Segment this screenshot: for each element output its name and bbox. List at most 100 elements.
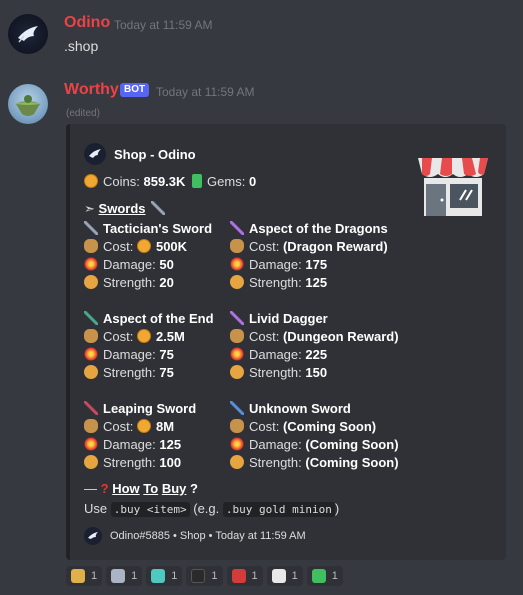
worthy-timestamp: Today at 11:59 AM — [156, 85, 255, 99]
odino-username[interactable]: Odino — [64, 14, 110, 32]
item-cost: Cost: (Dragon Reward) — [230, 239, 388, 254]
lion-icon — [230, 365, 244, 379]
white-question-icon: ? — [190, 481, 198, 496]
edited-label: (edited) — [66, 108, 100, 119]
gem-icon — [311, 569, 326, 583]
reaction-armor[interactable]: 1 — [186, 566, 223, 586]
money-bag-icon — [230, 239, 244, 253]
reaction-gem[interactable]: 1 — [306, 566, 343, 586]
bird-icon — [18, 26, 38, 43]
item-name: Tactician's Sword — [84, 221, 212, 236]
embed-author: Shop - Odino — [84, 143, 196, 165]
item-damage: Damage: 225 — [230, 347, 327, 362]
item-damage: Damage: 175 — [230, 257, 327, 272]
dagger-icon — [230, 311, 244, 325]
collision-icon — [84, 347, 98, 361]
coins-label: Coins: — [103, 174, 140, 189]
footer-bird-icon — [84, 527, 102, 545]
money-bag-icon — [84, 329, 98, 343]
crossed-swords-icon — [151, 201, 166, 215]
usage-line: Use .buy <item> (e.g. .buy gold minion) — [84, 501, 340, 517]
item-strength: Strength: 100 — [84, 455, 181, 470]
sword-icon — [230, 221, 244, 235]
item-damage: Damage: (Coming Soon) — [230, 437, 399, 452]
money-bag-icon — [84, 419, 98, 433]
chestplate-icon — [151, 569, 166, 583]
reaction-shop[interactable]: 1 — [66, 566, 103, 586]
shop-embed: Shop - Odino Coins: 859.3K Gems: 0 ➣ Swo… — [66, 124, 506, 560]
item-cost: Cost: (Coming Soon) — [230, 419, 376, 434]
item-damage: Damage: 125 — [84, 437, 181, 452]
usage-code: .buy <item> — [110, 502, 190, 517]
sword-icon — [84, 221, 98, 235]
lion-icon — [84, 455, 98, 469]
gems-value: 0 — [248, 174, 257, 189]
collision-icon — [230, 257, 244, 271]
balance-line: Coins: 859.3K Gems: 0 — [84, 174, 256, 189]
swords-section-title: ➣ Swords — [84, 201, 170, 217]
message-odino: Odino Today at 11:59 AM .shop — [0, 0, 523, 70]
sword-icon — [230, 401, 244, 415]
coin-icon — [84, 174, 98, 188]
odino-message-text: .shop — [64, 38, 99, 54]
item-name: Leaping Sword — [84, 401, 196, 416]
embed-author-name[interactable]: Shop - Odino — [114, 147, 196, 162]
item-strength: Strength: 150 — [230, 365, 327, 380]
item-strength: Strength: 75 — [84, 365, 174, 380]
armor-icon — [191, 569, 206, 583]
odino-avatar[interactable] — [8, 14, 48, 54]
coins-value: 859.3K — [143, 174, 186, 189]
reactions-bar: 1 1 1 1 1 1 1 — [66, 566, 343, 586]
lion-icon — [230, 275, 244, 289]
worthy-avatar[interactable] — [8, 84, 48, 124]
money-bag-icon — [230, 329, 244, 343]
sword-icon — [84, 401, 98, 415]
reaction-chestplate[interactable]: 1 — [146, 566, 183, 586]
collision-icon — [230, 347, 244, 361]
collision-icon — [84, 437, 98, 451]
lion-icon — [84, 275, 98, 289]
swords-title: Swords — [98, 201, 146, 216]
reaction-white-dice[interactable]: 1 — [266, 566, 303, 586]
coin-icon — [136, 419, 151, 433]
shop-thumbnail-icon — [418, 158, 488, 216]
item-name: Livid Dagger — [230, 311, 328, 326]
howto-title: — ? How To Buy ? — [84, 481, 198, 496]
white-dice-icon — [271, 569, 286, 583]
item-damage: Damage: 50 — [84, 257, 174, 272]
red-dice-icon — [231, 569, 246, 583]
footer-text: Odino#5885 • Shop • Today at 11:59 AM — [110, 530, 306, 542]
lion-icon — [84, 365, 98, 379]
embed-footer: Odino#5885 • Shop • Today at 11:59 AM — [84, 527, 306, 545]
gem-icon — [192, 174, 203, 188]
item-name: Unknown Sword — [230, 401, 351, 416]
gems-label: Gems: — [207, 174, 246, 189]
red-question-icon: ? — [100, 481, 109, 496]
item-name: Aspect of the Dragons — [230, 221, 388, 236]
item-strength: Strength: 125 — [230, 275, 327, 290]
item-cost: Cost: (Dungeon Reward) — [230, 329, 399, 344]
floating-island-icon — [16, 95, 40, 116]
shop-icon — [71, 569, 85, 583]
reaction-swords[interactable]: 1 — [106, 566, 143, 586]
author-bird-icon — [84, 143, 106, 165]
example-code: .buy gold minion — [222, 502, 335, 517]
item-name: Aspect of the End — [84, 311, 214, 326]
odino-timestamp: Today at 11:59 AM — [114, 18, 213, 32]
arrow-icon: ➣ — [84, 201, 95, 216]
swords-icon — [111, 569, 126, 583]
item-cost: Cost: 500K — [84, 239, 187, 254]
item-damage: Damage: 75 — [84, 347, 174, 362]
coin-icon — [136, 329, 151, 343]
item-cost: Cost: 2.5M — [84, 329, 185, 344]
lion-icon — [230, 455, 244, 469]
worthy-username[interactable]: Worthy — [64, 81, 119, 99]
collision-icon — [230, 437, 244, 451]
item-cost: Cost: 8M — [84, 419, 174, 434]
sword-icon — [84, 311, 98, 325]
item-strength: Strength: (Coming Soon) — [230, 455, 399, 470]
coin-icon — [136, 239, 151, 253]
bot-badge: BOT — [120, 83, 150, 97]
money-bag-icon — [230, 419, 244, 433]
reaction-red-dice[interactable]: 1 — [226, 566, 263, 586]
